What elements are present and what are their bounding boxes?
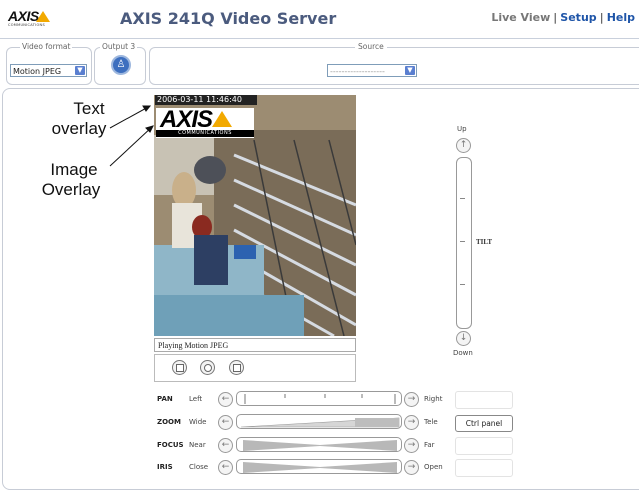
tilt-down-label: Down xyxy=(453,349,473,357)
empty-field xyxy=(455,391,513,409)
arrow-up-icon: ↑ xyxy=(459,140,468,150)
focus-far-label: Far xyxy=(424,441,435,449)
pan-label: PAN xyxy=(157,395,173,403)
text-overlay-timestamp: 2006-03-11 11:46:40 xyxy=(155,95,257,105)
zoom-wide-label: Wide xyxy=(189,418,207,426)
zoom-label: ZOOM xyxy=(157,418,181,426)
pan-scale xyxy=(244,394,396,404)
focus-far-button[interactable]: → xyxy=(404,438,419,453)
pan-right-button[interactable]: → xyxy=(404,392,419,407)
tilt-down-button[interactable]: ↓ xyxy=(456,331,471,346)
iris-close-button[interactable]: ← xyxy=(218,460,233,475)
playback-status: Playing Motion JPEG xyxy=(154,338,356,352)
zoom-scale xyxy=(240,417,400,428)
focus-scale xyxy=(243,440,397,451)
zoom-tele-button[interactable]: → xyxy=(404,415,419,430)
zoom-wide-button[interactable]: ← xyxy=(218,415,233,430)
stop-button[interactable] xyxy=(172,360,187,375)
arrow-right-icon: → xyxy=(407,417,416,427)
pan-right-label: Right xyxy=(424,395,443,403)
pan-left-button[interactable]: ← xyxy=(218,392,233,407)
tilt-label: TILT xyxy=(476,238,493,246)
arrow-right-icon: → xyxy=(407,394,416,404)
arrow-left-icon: ← xyxy=(221,462,230,472)
stop-icon xyxy=(176,364,184,372)
snapshot-button[interactable] xyxy=(200,360,215,375)
focus-label: FOCUS xyxy=(157,441,184,449)
iris-scale xyxy=(243,462,397,473)
zoom-slider[interactable] xyxy=(236,414,402,429)
arrow-down-icon: ↓ xyxy=(459,333,468,343)
arrow-left-icon: ← xyxy=(221,440,230,450)
tilt-up-button[interactable]: ↑ xyxy=(456,138,471,153)
iris-open-label: Open xyxy=(424,463,443,471)
tilt-slider[interactable] xyxy=(456,157,472,329)
iris-slider[interactable] xyxy=(236,459,402,474)
focus-slider[interactable] xyxy=(236,437,402,452)
arrow-left-icon: ← xyxy=(221,394,230,404)
pan-left-label: Left xyxy=(189,395,203,403)
view-full-size-button[interactable] xyxy=(229,360,244,375)
focus-near-label: Near xyxy=(189,441,206,449)
tilt-tick xyxy=(460,241,465,242)
tilt-up-label: Up xyxy=(457,125,467,133)
camera-icon xyxy=(204,364,212,372)
tilt-tick xyxy=(460,284,465,285)
overlay-logo-subtitle: COMMUNICATIONS xyxy=(156,130,254,137)
empty-field xyxy=(455,437,513,455)
arrow-right-icon: → xyxy=(407,440,416,450)
tilt-tick xyxy=(460,198,465,199)
overlay-logo-triangle-icon xyxy=(212,111,232,127)
ctrl-panel-button[interactable]: Ctrl panel xyxy=(455,415,513,432)
arrow-left-icon: ← xyxy=(221,417,230,427)
window-icon xyxy=(233,364,241,372)
iris-close-label: Close xyxy=(189,463,209,471)
iris-label: IRIS xyxy=(157,463,173,471)
zoom-tele-label: Tele xyxy=(424,418,438,426)
playback-controls xyxy=(154,354,356,382)
iris-open-button[interactable]: → xyxy=(404,460,419,475)
arrow-right-icon: → xyxy=(407,462,416,472)
focus-near-button[interactable]: ← xyxy=(218,438,233,453)
empty-field xyxy=(455,459,513,477)
image-overlay-logo: AXIS COMMUNICATIONS xyxy=(156,106,254,138)
pan-slider[interactable] xyxy=(236,391,402,406)
